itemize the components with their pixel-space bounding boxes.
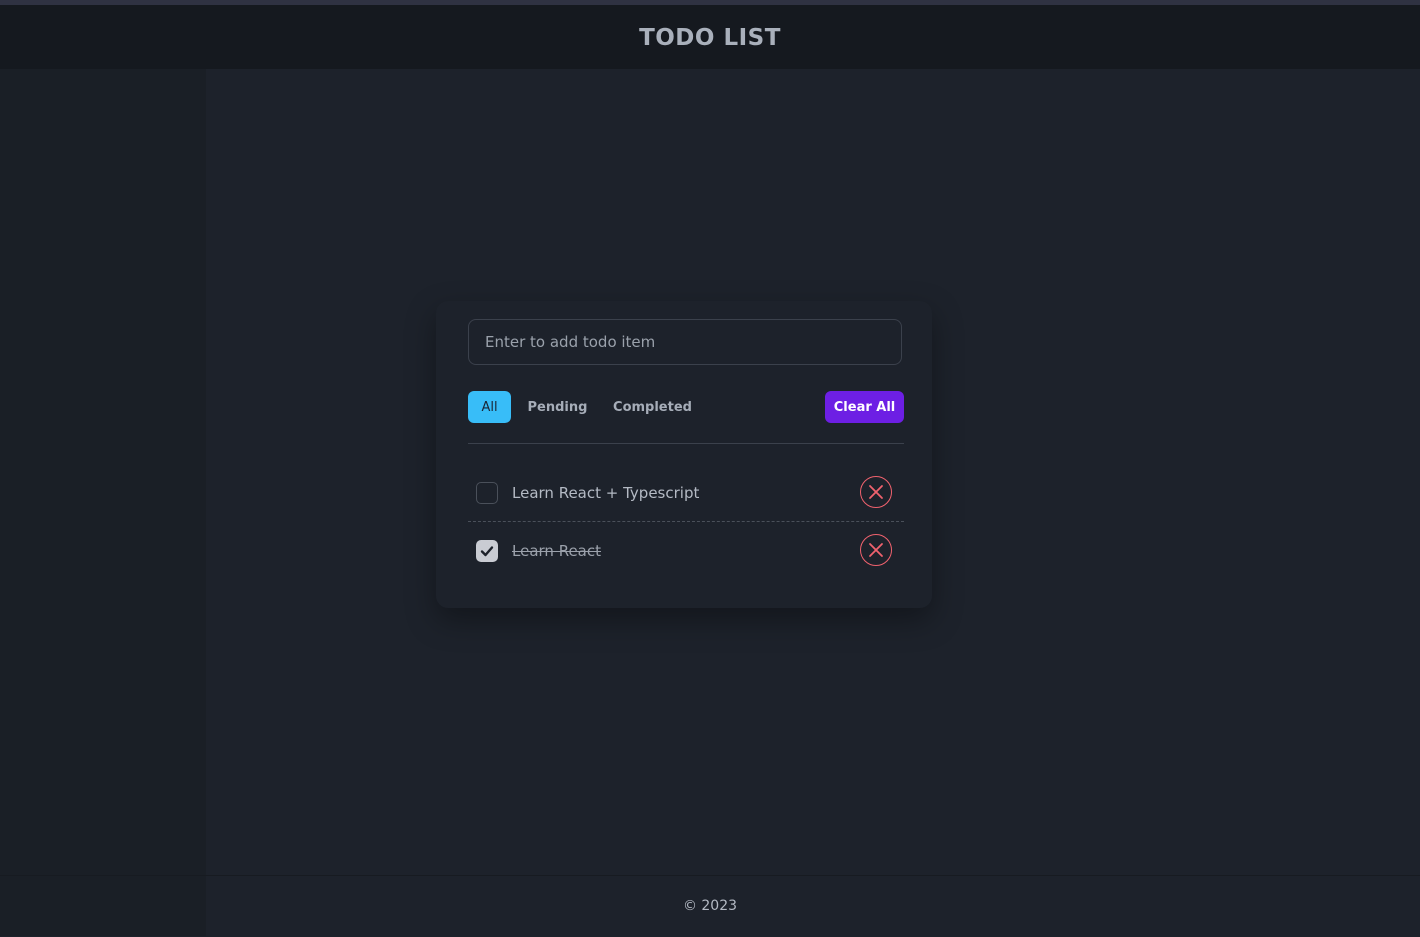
todo-list: Learn React + Typescript Learn React <box>468 464 904 579</box>
todo-text: Learn React + Typescript <box>512 483 700 502</box>
todo-card: All Pending Completed Clear All Learn Re… <box>436 301 932 608</box>
filter-completed-button[interactable]: Completed <box>604 391 701 423</box>
filter-pending-button[interactable]: Pending <box>519 391 596 423</box>
divider <box>468 443 904 444</box>
app-footer: © 2023 <box>0 875 1420 937</box>
delete-todo-button[interactable] <box>860 534 892 566</box>
page-title: TODO LIST <box>639 25 781 51</box>
filter-all-button[interactable]: All <box>468 391 511 423</box>
todo-item: Learn React + Typescript <box>468 464 904 522</box>
app-header: TODO LIST <box>0 5 1420 69</box>
todo-text: Learn React <box>512 541 601 560</box>
todo-item: Learn React <box>468 522 904 579</box>
filter-bar: All Pending Completed Clear All <box>468 391 904 423</box>
left-panel-shade <box>0 5 206 936</box>
check-icon <box>480 545 494 556</box>
todo-checkbox-checked[interactable] <box>476 539 498 562</box>
close-icon <box>869 485 883 499</box>
close-icon <box>869 543 883 557</box>
todo-checkbox[interactable] <box>476 481 498 504</box>
todo-input[interactable] <box>468 319 902 365</box>
copyright-text: © 2023 <box>682 897 738 914</box>
clear-all-button[interactable]: Clear All <box>825 391 904 423</box>
delete-todo-button[interactable] <box>860 476 892 508</box>
